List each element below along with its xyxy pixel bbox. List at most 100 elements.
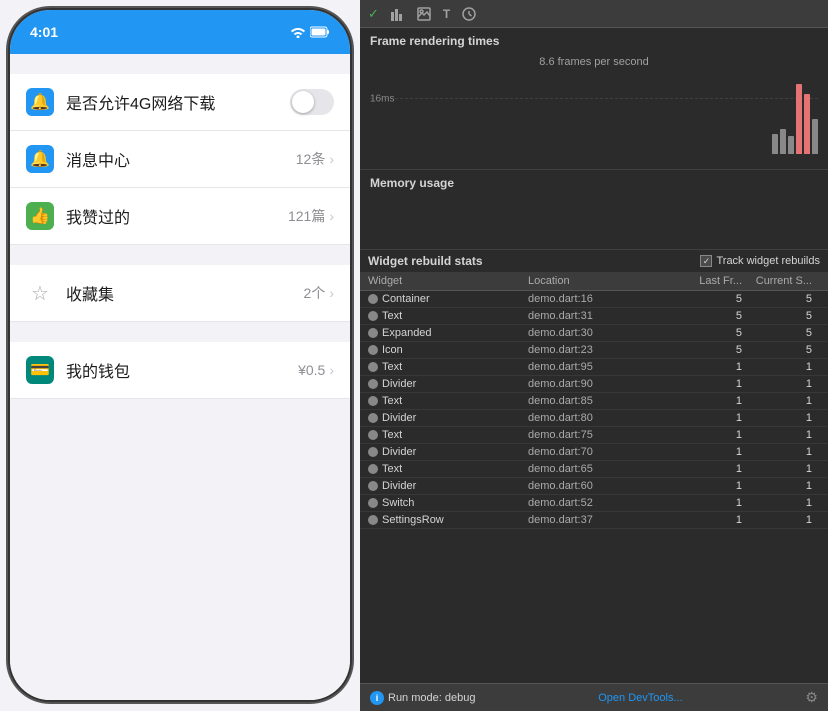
table-row[interactable]: Expanded demo.dart:30 5 5 [360, 325, 828, 342]
wifi-icon [290, 26, 306, 38]
clock-icon[interactable] [462, 7, 476, 21]
table-row[interactable]: Switch demo.dart:52 1 1 [360, 495, 828, 512]
table-row[interactable]: Icon demo.dart:23 5 5 [360, 342, 828, 359]
table-row[interactable]: Text demo.dart:95 1 1 [360, 359, 828, 376]
checkbox-box[interactable]: ✓ [700, 255, 712, 267]
widget-last-frame: 1 [680, 514, 750, 526]
widget-last-frame: 5 [680, 293, 750, 305]
menu-item-favorites[interactable]: ☆ 收藏集 2个 › [10, 265, 350, 322]
fps-label: 8.6 frames per second [370, 54, 818, 70]
widget-dot [368, 362, 378, 372]
widget-location: demo.dart:37 [528, 514, 680, 526]
run-mode: i Run mode: debug [370, 691, 475, 705]
widget-name-cell: Text [368, 361, 528, 373]
widget-dot [368, 515, 378, 525]
label-wallet: 我的钱包 [66, 358, 298, 382]
widget-last-frame: 1 [680, 429, 750, 441]
widget-name-text: Text [382, 310, 402, 322]
widget-name-text: Text [382, 361, 402, 373]
widget-location: demo.dart:95 [528, 361, 680, 373]
widget-location: demo.dart:52 [528, 497, 680, 509]
table-row[interactable]: Container demo.dart:16 5 5 [360, 291, 828, 308]
widget-last-frame: 1 [680, 463, 750, 475]
widget-rebuild-title: Widget rebuild stats [368, 254, 483, 268]
widget-last-frame: 1 [680, 395, 750, 407]
arrow-wallet: › [329, 362, 334, 378]
menu-item-4g[interactable]: 🔔 是否允许4G网络下载 [10, 74, 350, 131]
widget-current: 5 [750, 310, 820, 322]
widget-name-cell: SettingsRow [368, 514, 528, 526]
table-row[interactable]: Divider demo.dart:90 1 1 [360, 376, 828, 393]
widget-name-text: Divider [382, 446, 416, 458]
widget-name-cell: Divider [368, 378, 528, 390]
widget-rebuild-stats: Widget rebuild stats ✓ Track widget rebu… [360, 250, 828, 683]
debug-toolbar: ✓ T [360, 0, 828, 28]
widget-location: demo.dart:30 [528, 327, 680, 339]
gear-icon[interactable]: ⚙ [805, 689, 818, 706]
status-icons [290, 26, 330, 38]
widget-last-frame: 1 [680, 361, 750, 373]
col-widget: Widget [368, 275, 528, 287]
bar-chart-icon[interactable] [391, 7, 405, 21]
table-header: Widget Location Last Fr... Current S... [360, 272, 828, 291]
widget-name-text: Text [382, 429, 402, 441]
widget-name-text: Divider [382, 378, 416, 390]
widget-dot [368, 345, 378, 355]
icon-wallet: 💳 [26, 356, 54, 384]
widget-name-cell: Divider [368, 480, 528, 492]
widget-current: 5 [750, 293, 820, 305]
frame-rendering-title: Frame rendering times [360, 28, 828, 50]
widget-name-text: Divider [382, 480, 416, 492]
frame-rendering-section: Frame rendering times 8.6 frames per sec… [360, 28, 828, 170]
table-row[interactable]: Text demo.dart:85 1 1 [360, 393, 828, 410]
frame-chart: 8.6 frames per second 16ms [360, 50, 828, 170]
arrow-messages: › [329, 151, 334, 167]
menu-item-messages[interactable]: 🔔 消息中心 12条 › [10, 131, 350, 188]
widget-last-frame: 1 [680, 480, 750, 492]
table-row[interactable]: Text demo.dart:31 5 5 [360, 308, 828, 325]
toggle-4g[interactable] [290, 89, 334, 115]
widget-stats-header: Widget rebuild stats ✓ Track widget rebu… [360, 250, 828, 272]
widget-current: 1 [750, 463, 820, 475]
table-row[interactable]: Divider demo.dart:70 1 1 [360, 444, 828, 461]
widget-name-cell: Text [368, 395, 528, 407]
widget-last-frame: 5 [680, 327, 750, 339]
open-devtools-link[interactable]: Open DevTools... [598, 692, 682, 704]
chart-bars [772, 74, 818, 154]
icon-favorites: ☆ [26, 279, 54, 307]
menu-item-liked[interactable]: 👍 我赞过的 121篇 › [10, 188, 350, 245]
widget-name-text: Divider [382, 412, 416, 424]
widget-name-text: Container [382, 293, 430, 305]
widget-location: demo.dart:23 [528, 344, 680, 356]
table-rows-container: Container demo.dart:16 5 5 Text demo.dar… [360, 291, 828, 529]
check-icon[interactable]: ✓ [368, 6, 379, 22]
widget-dot [368, 430, 378, 440]
widget-current: 5 [750, 344, 820, 356]
image-icon[interactable] [417, 7, 431, 21]
run-mode-text: Run mode: debug [388, 692, 475, 704]
table-row[interactable]: Text demo.dart:75 1 1 [360, 427, 828, 444]
time-display: 4:01 [30, 24, 58, 40]
memory-usage-title: Memory usage [360, 170, 828, 192]
table-row[interactable]: SettingsRow demo.dart:37 1 1 [360, 512, 828, 529]
widget-name-text: Text [382, 463, 402, 475]
track-widget-rebuilds-checkbox[interactable]: ✓ Track widget rebuilds [700, 255, 820, 267]
col-current: Current S... [750, 275, 820, 287]
bar-2 [780, 129, 786, 154]
arrow-favorites: › [329, 285, 334, 301]
menu-item-wallet[interactable]: 💳 我的钱包 ¥0.5 › [10, 342, 350, 399]
widget-current: 1 [750, 480, 820, 492]
widget-dot [368, 464, 378, 474]
bar-6 [812, 119, 818, 154]
debug-bottom-bar: i Run mode: debug Open DevTools... ⚙ [360, 683, 828, 711]
chart-line-label: 16ms [370, 94, 394, 105]
table-row[interactable]: Text demo.dart:65 1 1 [360, 461, 828, 478]
table-row[interactable]: Divider demo.dart:60 1 1 [360, 478, 828, 495]
table-row[interactable]: Divider demo.dart:80 1 1 [360, 410, 828, 427]
widget-dot [368, 328, 378, 338]
widget-name-cell: Expanded [368, 327, 528, 339]
widget-dot [368, 311, 378, 321]
text-format-icon[interactable]: T [443, 7, 450, 21]
label-favorites: 收藏集 [66, 281, 304, 305]
widget-name-text: Icon [382, 344, 403, 356]
